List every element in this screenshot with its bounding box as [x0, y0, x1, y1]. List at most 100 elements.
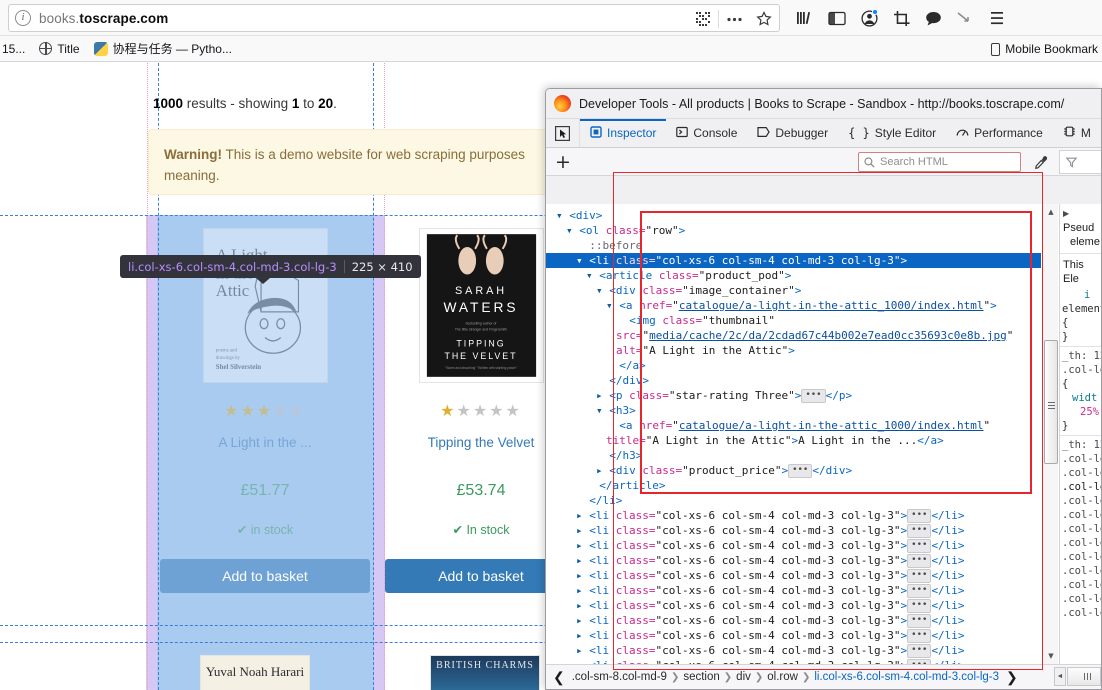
expand-children-button[interactable]: •••: [907, 569, 931, 583]
expand-children-button[interactable]: •••: [907, 629, 931, 643]
markup-node[interactable]: ▸ <li class="col-xs-6 col-sm-4 col-md-3 …: [546, 508, 1041, 523]
expand-children-button[interactable]: •••: [801, 389, 825, 403]
bookmark-star-icon[interactable]: [749, 6, 779, 32]
url-bar[interactable]: i books.toscrape.com: [8, 4, 780, 32]
scroll-up-arrow[interactable]: ▲: [1043, 204, 1059, 220]
add-new-node-button[interactable]: +: [546, 148, 580, 176]
breadcrumb-scroll-left[interactable]: ◄: [1054, 667, 1066, 686]
rule-selector-item[interactable]: .col-lg-: [1060, 564, 1102, 578]
breadcrumb-item[interactable]: .col-sm-8.col-md-9: [572, 671, 667, 683]
more-actions-icon[interactable]: [719, 6, 749, 32]
markup-node[interactable]: </article>: [546, 478, 1041, 493]
css-rules-panel[interactable]: ▶ Pseud eleme This Ele i element { } _th…: [1059, 204, 1102, 664]
expand-children-button[interactable]: •••: [907, 524, 931, 538]
expand-children-button[interactable]: •••: [907, 644, 931, 658]
markup-node[interactable]: ▸ <li class="col-xs-6 col-sm-4 col-md-3 …: [546, 568, 1041, 583]
rule-selector-item[interactable]: .col-lg-: [1060, 592, 1102, 606]
qr-code-icon[interactable]: [688, 6, 718, 32]
account-icon[interactable]: [854, 3, 884, 33]
mobile-bookmarks-folder[interactable]: Mobile Bookmark: [991, 36, 1098, 62]
sidebar-icon[interactable]: [822, 3, 852, 33]
tab-console[interactable]: Console: [666, 119, 747, 147]
twisty-collapsed-icon[interactable]: ▸: [576, 614, 589, 627]
expand-children-button[interactable]: •••: [907, 584, 931, 598]
twisty-collapsed-icon[interactable]: ▸: [576, 629, 589, 642]
markup-node[interactable]: ▸ <li class="col-xs-6 col-sm-4 col-md-3 …: [546, 538, 1041, 553]
tab-debugger[interactable]: Debugger: [747, 119, 838, 147]
eyedropper-icon[interactable]: [1029, 151, 1053, 173]
pseudo-elements-section[interactable]: ▶ Pseud eleme: [1060, 204, 1102, 251]
markup-node[interactable]: ▸ <li class="col-xs-6 col-sm-4 col-md-3 …: [546, 583, 1041, 598]
markup-node[interactable]: </a>: [546, 358, 1041, 373]
markup-scrollbar[interactable]: ▲ ▼: [1042, 204, 1058, 664]
tab-inspector[interactable]: Inspector: [580, 119, 666, 147]
breadcrumb-item[interactable]: section: [683, 671, 719, 683]
markup-node[interactable]: <img class="thumbnail" src="media/cache/…: [546, 313, 1041, 358]
product-thumbnail[interactable]: A Light in the Attic poems and drawings: [203, 228, 328, 383]
app-menu-icon[interactable]: [982, 3, 1012, 33]
product-title-link[interactable]: A Light in the ...: [160, 435, 370, 450]
library-icon[interactable]: [790, 3, 820, 33]
twisty-collapsed-icon[interactable]: ▸: [576, 599, 589, 612]
tab-performance[interactable]: Performance: [946, 119, 1053, 147]
bookmark-item-1[interactable]: Title: [33, 40, 85, 58]
twisty-collapsed-icon[interactable]: ▸: [576, 524, 589, 537]
rule-1-value[interactable]: 25%: [1060, 405, 1102, 419]
node-attribute-link[interactable]: media/cache/2c/da/2cdad67c44b002e7ead0cc…: [649, 329, 1007, 342]
twisty-collapsed-icon[interactable]: ▸: [576, 509, 589, 522]
twisty-expanded-icon[interactable]: ▾: [566, 224, 579, 237]
breadcrumb-item[interactable]: div: [736, 671, 751, 683]
markup-node[interactable]: </h3>: [546, 448, 1041, 463]
twisty-collapsed-icon[interactable]: ▸: [596, 389, 609, 402]
product-card-row2-0[interactable]: Yuval Noah Harari: [200, 655, 310, 690]
markup-node[interactable]: ▾ <div class="image_container">: [546, 283, 1041, 298]
bookmark-item-0[interactable]: 15...: [0, 40, 31, 58]
pseudo-before-node[interactable]: ::before: [589, 239, 642, 252]
breadcrumb-item[interactable]: li.col-xs-6.col-sm-4.col-md-3.col-lg-3: [814, 671, 999, 683]
rule-selector-item[interactable]: .col-lg-: [1060, 452, 1102, 466]
expand-children-button[interactable]: •••: [907, 509, 931, 523]
add-to-basket-button[interactable]: Add to basket: [160, 559, 370, 593]
markup-node[interactable]: ▸ <li class="col-xs-6 col-sm-4 col-md-3 …: [546, 523, 1041, 538]
markup-node[interactable]: ::before: [546, 238, 1041, 253]
twisty-collapsed-icon[interactable]: ▸: [576, 554, 589, 567]
markup-node[interactable]: ▸ <p class="star-rating Three">•••</p>: [546, 388, 1041, 403]
info-icon[interactable]: i: [15, 10, 31, 26]
scroll-down-arrow[interactable]: ▼: [1043, 648, 1059, 664]
twisty-expanded-icon[interactable]: ▾: [596, 404, 609, 417]
markup-node[interactable]: ▾ <h3>: [546, 403, 1041, 418]
breadcrumb-scroll-thumb[interactable]: [1067, 667, 1101, 686]
rule-selector-item[interactable]: .col-lg-: [1060, 494, 1102, 508]
search-html-input[interactable]: Search HTML: [858, 152, 1021, 172]
product-thumbnail[interactable]: SARAH WATERS bestselling author of The l…: [419, 228, 544, 383]
markup-node[interactable]: ▾ <div>: [546, 208, 1041, 223]
twisty-expanded-icon[interactable]: ▾: [556, 209, 569, 222]
markup-node[interactable]: ▸ <li class="col-xs-6 col-sm-4 col-md-3 …: [546, 553, 1041, 568]
twisty-expanded-icon[interactable]: ▾: [576, 254, 589, 267]
rule-selector-item[interactable]: .col-lg-: [1060, 550, 1102, 564]
chevron-right-icon[interactable]: ❯: [1003, 669, 1021, 686]
bookmark-item-2[interactable]: 协程与任务 — Pytho...: [88, 38, 238, 59]
expand-children-button[interactable]: •••: [907, 539, 931, 553]
expand-children-button[interactable]: •••: [788, 464, 812, 478]
markup-node[interactable]: ▸ <li class="col-xs-6 col-sm-4 col-md-3 …: [546, 628, 1041, 643]
markup-node[interactable]: ▸ <li class="col-xs-6 col-sm-4 col-md-3 …: [546, 613, 1041, 628]
twisty-expanded-icon[interactable]: ▾: [586, 269, 599, 282]
scrollbar-thumb[interactable]: [1044, 340, 1058, 464]
rule-selector-item[interactable]: .col-lg-: [1060, 466, 1102, 480]
element-picker-icon[interactable]: [546, 119, 580, 147]
breadcrumb-item[interactable]: ol.row: [767, 671, 798, 683]
twisty-collapsed-icon[interactable]: ▸: [576, 584, 589, 597]
tab-memory[interactable]: M: [1053, 119, 1091, 147]
twisty-expanded-icon[interactable]: ▾: [596, 284, 609, 297]
markup-node-selected[interactable]: ▾ <li class="col-xs-6 col-sm-4 col-md-3 …: [546, 253, 1041, 268]
screenshot-crop-icon[interactable]: [886, 3, 916, 33]
markup-node[interactable]: ▾ <a href="catalogue/a-light-in-the-atti…: [546, 298, 1041, 313]
chevron-left-icon[interactable]: ❮: [550, 669, 568, 686]
rule-selector-item[interactable]: .col-lg-: [1060, 480, 1102, 494]
twisty-collapsed-icon[interactable]: ▸: [576, 539, 589, 552]
rule-selector-item[interactable]: .col-lg-: [1060, 606, 1102, 620]
markup-node[interactable]: ▸ <li class="col-xs-6 col-sm-4 col-md-3 …: [546, 598, 1041, 613]
markup-node[interactable]: </div>: [546, 373, 1041, 388]
node-attribute-link[interactable]: catalogue/a-light-in-the-attic_1000/inde…: [679, 419, 984, 432]
